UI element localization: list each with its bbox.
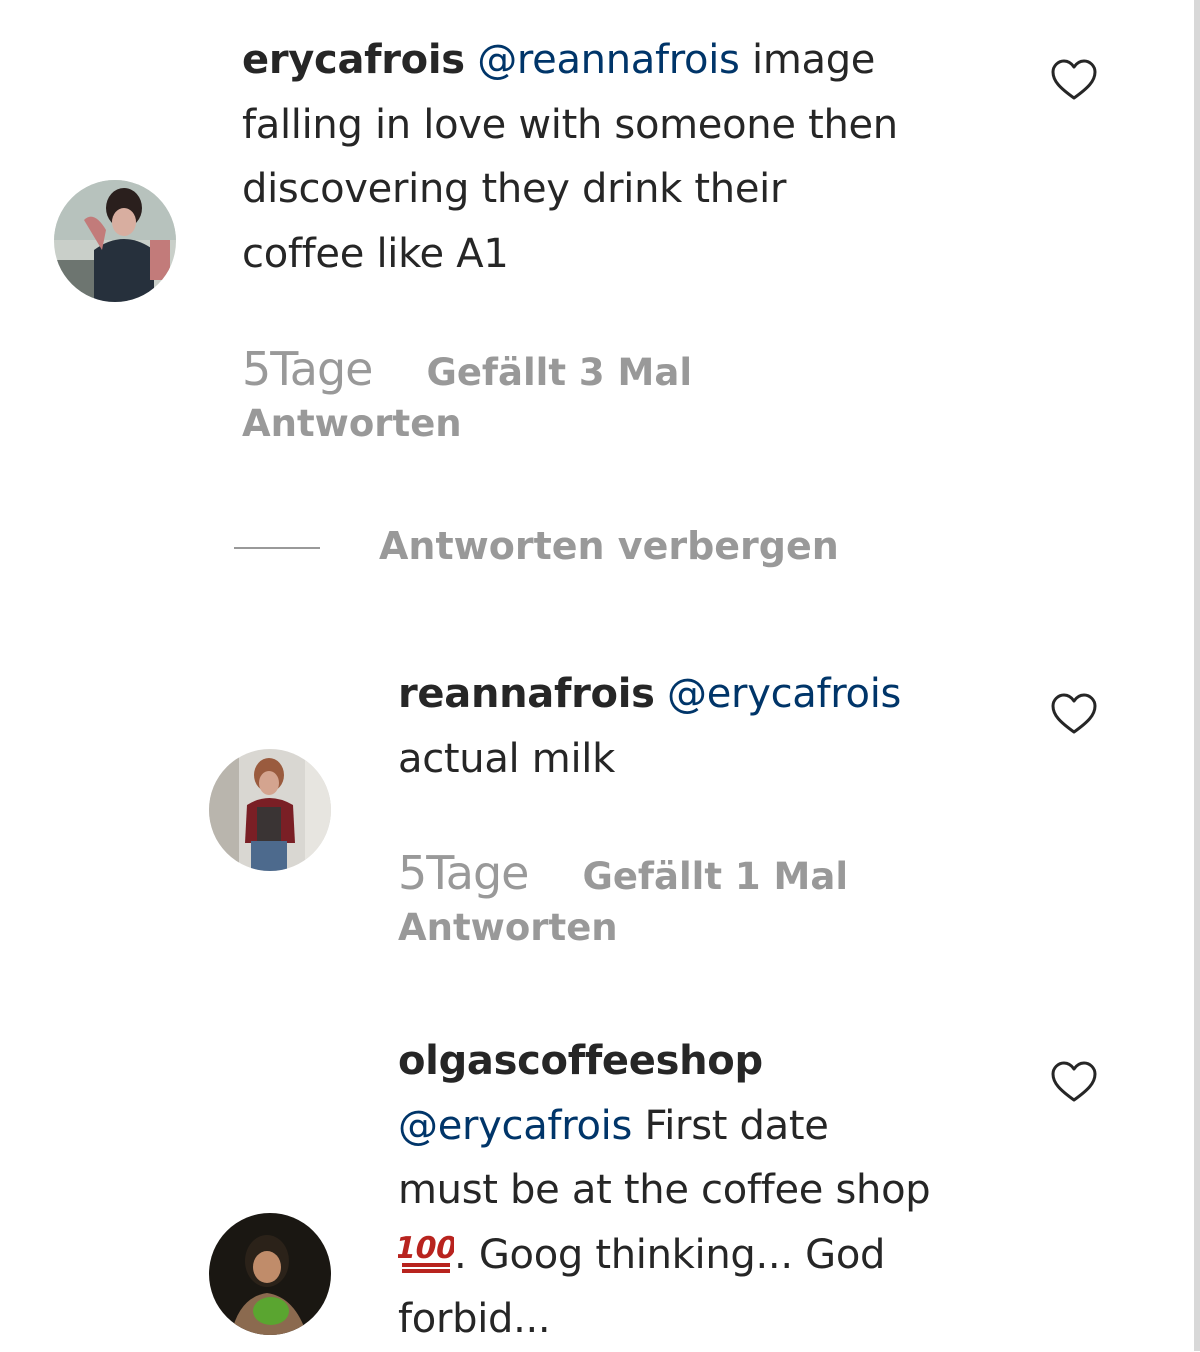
comment-text-line: must be at the coffee shop [398, 1167, 931, 1213]
comment-likes[interactable]: Gefällt 1 Mal [582, 855, 848, 898]
comment-text-line: image [752, 37, 876, 83]
comment-text-line: discovering they drink their [242, 166, 787, 212]
heart-icon[interactable] [1050, 58, 1098, 102]
heart-icon[interactable] [1050, 692, 1098, 736]
comment-username[interactable]: olgascoffeeshop [398, 1038, 763, 1084]
comment-meta: 5Tage Gefällt 1 Mal Antworten [398, 846, 848, 949]
comment-body: erycafrois @reannafrois image falling in… [242, 28, 1022, 286]
comment-likes[interactable]: Gefällt 3 Mal [426, 351, 692, 394]
comment-time[interactable]: 5Tage [242, 342, 373, 396]
comment-body: reannafrois @erycafrois actual milk [398, 662, 1018, 791]
comment-text-line: First date [644, 1102, 829, 1149]
comment-meta: 5Tage Gefällt 3 Mal Antworten [242, 342, 692, 445]
comment-text-line: . Goog thinking... God [454, 1231, 886, 1278]
comment-text-line: forbid... [398, 1296, 551, 1342]
comment-text-line: coffee like A1 [242, 230, 509, 277]
comment-mention[interactable]: @erycafrois [398, 1103, 632, 1149]
hundred-points-emoji: 100 [398, 1231, 454, 1273]
comment-text-line: actual milk [398, 735, 615, 782]
svg-text:100: 100 [398, 1231, 454, 1266]
scrollbar-edge [1194, 0, 1200, 1351]
hide-replies-label[interactable]: Antworten verbergen [379, 524, 839, 568]
comment-mention[interactable]: @erycafrois [667, 671, 901, 717]
avatar[interactable] [209, 1213, 331, 1335]
avatar[interactable] [54, 180, 176, 302]
reply-button[interactable]: Antworten [398, 906, 848, 949]
reply-button[interactable]: Antworten [242, 402, 692, 445]
comment-username[interactable]: reannafrois [398, 671, 655, 717]
comment-mention[interactable]: @reannafrois [477, 37, 740, 83]
comment-body: olgascoffeeshop @erycafrois First date m… [398, 1029, 1038, 1352]
avatar[interactable] [209, 749, 331, 871]
divider-line [234, 547, 320, 549]
comment-text-line: falling in love with someone then [242, 101, 898, 148]
heart-icon[interactable] [1050, 1060, 1098, 1104]
comment-time[interactable]: 5Tage [398, 846, 529, 900]
comment-username[interactable]: erycafrois [242, 37, 465, 83]
